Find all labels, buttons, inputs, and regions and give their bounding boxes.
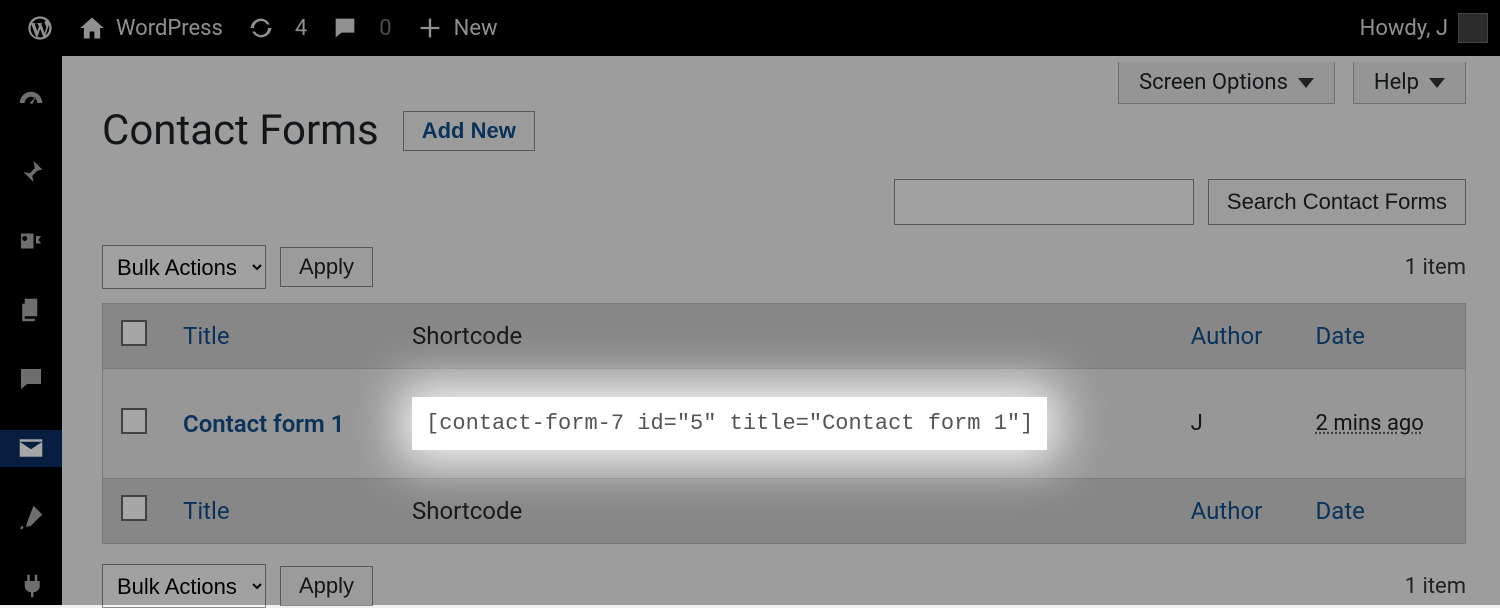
site-name: WordPress: [116, 16, 223, 41]
help-label: Help: [1374, 70, 1419, 95]
avatar: [1458, 13, 1488, 43]
new-content[interactable]: New: [404, 14, 510, 42]
plug-icon: [16, 571, 46, 601]
wordpress-icon: [26, 14, 54, 42]
apply-button-top[interactable]: Apply: [280, 247, 373, 287]
check-all-footer[interactable]: [103, 479, 166, 544]
item-count-top: 1 item: [1405, 255, 1466, 280]
dashboard-icon: [16, 88, 46, 118]
col-author-foot[interactable]: Author: [1173, 479, 1298, 544]
shortcode-highlight: [contact-form-7 id="5" title="Contact fo…: [412, 397, 1047, 450]
checkbox-icon: [121, 320, 147, 346]
chevron-down-icon: [1298, 78, 1314, 88]
table-foot: Title Shortcode Author Date: [103, 479, 1466, 544]
help-tab[interactable]: Help: [1353, 62, 1466, 104]
row-title-cell: Contact form 1: [165, 369, 394, 479]
pages-icon: [16, 295, 46, 325]
col-date[interactable]: Date: [1298, 304, 1466, 369]
menu-contact[interactable]: [0, 430, 62, 467]
row-date: 2 mins ago: [1298, 369, 1466, 479]
row-author: J: [1173, 369, 1298, 479]
howdy-text: Howdy, J: [1360, 16, 1448, 41]
comments-count: 0: [369, 16, 391, 41]
menu-media[interactable]: [0, 222, 62, 259]
check-all-header[interactable]: [103, 304, 166, 369]
col-date-foot[interactable]: Date: [1298, 479, 1466, 544]
col-author[interactable]: Author: [1173, 304, 1298, 369]
media-icon: [16, 226, 46, 256]
menu-dashboard[interactable]: [0, 84, 62, 121]
col-title-foot[interactable]: Title: [165, 479, 394, 544]
tablenav-top: Bulk Actions Apply 1 item: [102, 245, 1466, 289]
col-shortcode-foot: Shortcode: [394, 479, 1173, 544]
comments-link[interactable]: 0: [319, 14, 403, 42]
bulk-actions-select-bottom[interactable]: Bulk Actions: [102, 564, 266, 608]
form-title-link[interactable]: Contact form 1: [183, 410, 344, 438]
menu-plugins[interactable]: [0, 568, 62, 605]
pin-icon: [16, 157, 46, 187]
menu-posts[interactable]: [0, 153, 62, 190]
comment-icon: [16, 364, 46, 394]
search-input[interactable]: [894, 179, 1194, 225]
search-row: Search Contact Forms: [102, 179, 1466, 225]
brush-icon: [16, 502, 46, 532]
envelope-icon: [16, 433, 46, 463]
screen-options-label: Screen Options: [1139, 70, 1288, 95]
content-wrap: Screen Options Help Contact Forms Add Ne…: [62, 56, 1500, 605]
apply-button-bottom[interactable]: Apply: [280, 566, 373, 606]
account-menu[interactable]: Howdy, J: [1360, 13, 1488, 43]
page-title: Contact Forms: [102, 106, 379, 155]
table-head: Title Shortcode Author Date: [103, 304, 1466, 369]
menu-comments[interactable]: [0, 361, 62, 398]
screen-meta: Screen Options Help: [102, 62, 1466, 104]
item-count-bottom: 1 item: [1405, 574, 1466, 599]
col-title[interactable]: Title: [165, 304, 394, 369]
new-label: New: [454, 16, 498, 41]
row-check[interactable]: [103, 369, 166, 479]
site-home[interactable]: WordPress: [66, 14, 235, 42]
admin-bar: WordPress 4 0 New Howdy, J: [0, 0, 1500, 56]
refresh-icon: [247, 14, 275, 42]
wordpress-logo[interactable]: [14, 14, 66, 42]
tablenav-bottom: Bulk Actions Apply 1 item: [102, 564, 1466, 608]
admin-menu: [0, 56, 62, 605]
updates-count: 4: [285, 16, 307, 41]
page-header: Contact Forms Add New: [102, 106, 1466, 155]
add-new-button[interactable]: Add New: [403, 111, 535, 151]
col-shortcode: Shortcode: [394, 304, 1173, 369]
search-button[interactable]: Search Contact Forms: [1208, 179, 1466, 225]
menu-appearance[interactable]: [0, 499, 62, 536]
home-icon: [78, 14, 106, 42]
chevron-down-icon: [1429, 78, 1445, 88]
checkbox-icon: [121, 408, 147, 434]
screen-options-tab[interactable]: Screen Options: [1118, 62, 1335, 104]
plus-icon: [416, 14, 444, 42]
bulk-actions-select[interactable]: Bulk Actions: [102, 245, 266, 289]
menu-pages[interactable]: [0, 291, 62, 328]
checkbox-icon: [121, 495, 147, 521]
comment-icon: [331, 14, 359, 42]
updates-link[interactable]: 4: [235, 14, 319, 42]
